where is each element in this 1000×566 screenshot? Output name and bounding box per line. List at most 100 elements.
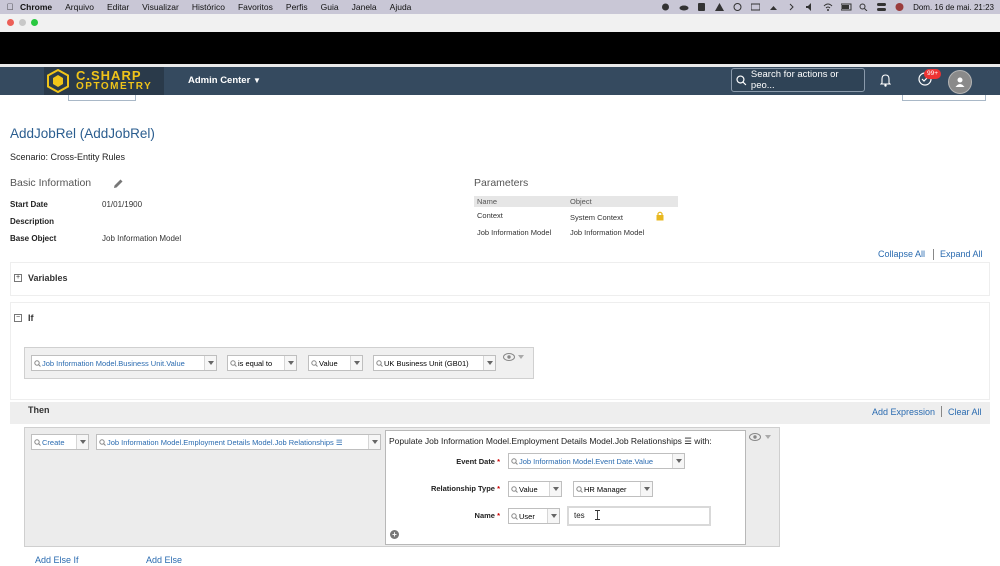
shield-icon[interactable]: [697, 3, 706, 11]
if-title: If: [28, 313, 34, 323]
play-icon[interactable]: [733, 3, 742, 11]
close-window-icon[interactable]: [7, 19, 14, 26]
chevron-down-icon[interactable]: [640, 482, 652, 496]
company-logo[interactable]: C.SHARP OPTOMETRY: [44, 67, 164, 95]
menu-favoritos[interactable]: Favoritos: [238, 2, 273, 12]
search-icon: [574, 485, 584, 493]
hidden-select-remnant[interactable]: [68, 95, 136, 101]
search-icon: [97, 438, 107, 446]
moon-icon[interactable]: [661, 3, 670, 11]
param-name: Job Information Model: [477, 228, 552, 237]
relationship-type-value-select[interactable]: HR Manager: [573, 481, 653, 497]
apple-icon[interactable]: : [0, 2, 20, 12]
populate-title: Populate Job Information Model.Employmen…: [389, 436, 712, 446]
admin-center-menu[interactable]: Admin Center ▼: [188, 75, 261, 86]
chevron-down-icon[interactable]: [284, 356, 296, 370]
chevron-down-icon[interactable]: [76, 435, 88, 449]
hidden-button-remnant[interactable]: [902, 95, 986, 101]
search-icon: [309, 359, 319, 367]
basic-info-heading: Basic Information: [10, 177, 92, 189]
battery-icon[interactable]: [840, 3, 852, 11]
airplay-icon[interactable]: [769, 3, 778, 11]
search-icon: [32, 359, 42, 367]
variables-title: Variables: [28, 273, 68, 283]
collapse-if-icon[interactable]: −: [14, 314, 22, 322]
global-search-input[interactable]: Search for actions or peo...: [731, 68, 865, 92]
relationship-type-label: Relationship Type *: [400, 484, 500, 493]
menu-visualizar[interactable]: Visualizar: [142, 2, 179, 12]
name-text-input[interactable]: tes: [567, 506, 711, 526]
if-right-value-select[interactable]: UK Business Unit (GB01): [373, 355, 496, 371]
admin-center-label: Admin Center: [188, 75, 251, 86]
search-icon: [736, 74, 747, 85]
spotlight-icon[interactable]: [859, 3, 868, 12]
volume-icon[interactable]: [805, 3, 814, 11]
if-left-expression[interactable]: Job Information Model.Business Unit.Valu…: [31, 355, 217, 371]
logo-hexagon-icon: [47, 69, 69, 93]
bluetooth-icon[interactable]: [787, 3, 796, 11]
parameter-row: Job Information Model Job Information Mo…: [474, 224, 678, 241]
eye-menu-chevron-icon[interactable]: [765, 435, 771, 439]
vpn-icon[interactable]: [715, 3, 725, 11]
menu-perfis[interactable]: Perfis: [286, 2, 308, 12]
visibility-eye-icon[interactable]: [749, 433, 761, 441]
relationship-type-kind-text: Value: [519, 484, 538, 494]
then-action-select[interactable]: Create: [31, 434, 89, 450]
add-expression-link[interactable]: Add Expression: [872, 407, 935, 417]
chevron-down-icon[interactable]: [672, 454, 684, 468]
clear-all-link[interactable]: Clear All: [948, 407, 982, 417]
base-object-value: Job Information Model: [102, 234, 182, 243]
add-else-link[interactable]: Add Else: [146, 555, 182, 565]
user-avatar[interactable]: [948, 70, 972, 94]
minimize-window-icon[interactable]: [19, 19, 26, 26]
notifications-bell-icon[interactable]: [880, 74, 891, 87]
expand-all-link[interactable]: Expand All: [940, 249, 983, 259]
add-else-if-link[interactable]: Add Else If: [35, 555, 79, 565]
menu-historico[interactable]: Histórico: [192, 2, 225, 12]
then-target-expression[interactable]: Job Information Model.Employment Details…: [96, 434, 381, 450]
mac-menubar:  Chrome Arquivo Editar Visualizar Histó…: [0, 0, 1000, 14]
name-kind-select[interactable]: User: [508, 508, 560, 524]
if-operator-text: is equal to: [238, 358, 273, 368]
collapse-all-link[interactable]: Collapse All: [878, 249, 925, 259]
chevron-down-icon[interactable]: [549, 482, 561, 496]
user-photo-icon[interactable]: [895, 3, 904, 11]
required-asterisk: *: [497, 511, 500, 520]
menu-guia[interactable]: Guia: [321, 2, 339, 12]
menu-ajuda[interactable]: Ajuda: [390, 2, 412, 12]
search-icon: [228, 359, 238, 367]
chevron-down-icon[interactable]: [483, 356, 495, 370]
if-left-text: Job Information Model.Business Unit.Valu…: [42, 358, 185, 368]
event-date-expression[interactable]: Job Information Model.Event Date.Value: [508, 453, 685, 469]
menu-arquivo[interactable]: Arquivo: [65, 2, 94, 12]
if-type-select[interactable]: Value: [308, 355, 363, 371]
param-object-text: System Context: [570, 212, 623, 222]
zoom-window-icon[interactable]: [31, 19, 38, 26]
event-date-text: Job Information Model.Event Date.Value: [519, 456, 654, 466]
visibility-eye-icon[interactable]: [503, 353, 515, 361]
relationship-type-value-text: HR Manager: [584, 484, 627, 494]
add-field-icon[interactable]: +: [390, 530, 399, 539]
required-asterisk: *: [497, 484, 500, 493]
chevron-down-icon[interactable]: [350, 356, 362, 370]
caret-down-icon: ▼: [252, 76, 261, 85]
chevron-down-icon[interactable]: [368, 435, 380, 449]
eye-menu-chevron-icon[interactable]: [518, 355, 524, 359]
menubar-status-area: Dom. 16 de mai. 21:23: [661, 0, 994, 14]
name-input-value: tes: [574, 511, 585, 520]
menu-editar[interactable]: Editar: [107, 2, 129, 12]
if-operator-select[interactable]: is equal to: [227, 355, 297, 371]
monitor-icon[interactable]: [750, 3, 761, 11]
menu-janela[interactable]: Janela: [352, 2, 377, 12]
control-center-icon[interactable]: [877, 3, 887, 11]
edit-pencil-icon[interactable]: [113, 178, 124, 189]
name-kind-text: User: [519, 511, 535, 521]
chevron-down-icon[interactable]: [204, 356, 216, 370]
expand-variables-icon[interactable]: +: [14, 274, 22, 282]
relationship-type-kind-select[interactable]: Value: [508, 481, 562, 497]
wifi-icon[interactable]: [823, 3, 833, 11]
description-label: Description: [10, 217, 55, 226]
chevron-down-icon[interactable]: [547, 509, 559, 523]
menu-chrome[interactable]: Chrome: [20, 2, 52, 12]
cloud-icon[interactable]: [679, 3, 689, 11]
